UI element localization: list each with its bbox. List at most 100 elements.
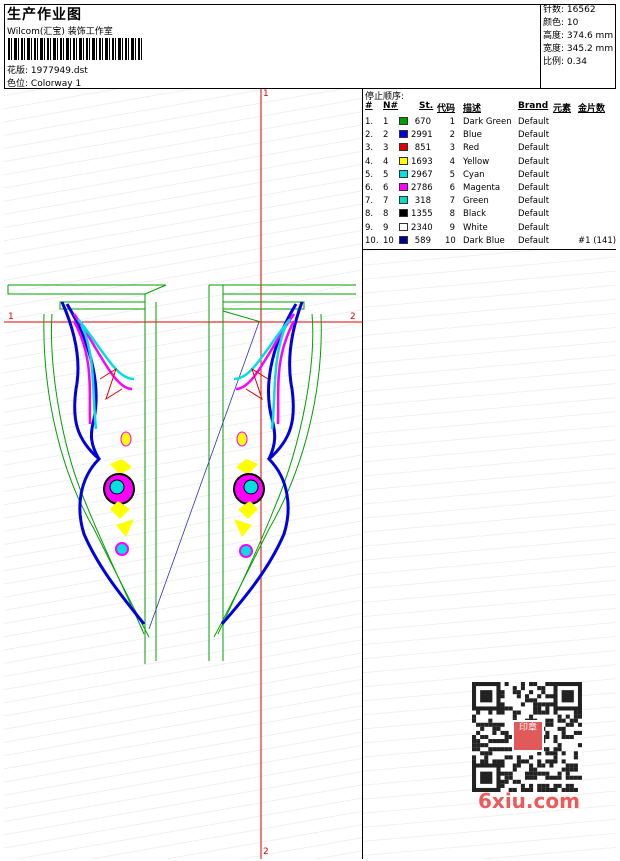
row-stitches: 589	[414, 235, 431, 246]
table-row: 9. 9 2340 9 White Default	[363, 222, 616, 236]
row-desc: Red	[463, 143, 480, 154]
row-n: 6	[383, 183, 389, 193]
stat-width: 宽度: 345.2 mm	[543, 44, 614, 54]
row-stitches: 851	[414, 143, 431, 154]
row-code: 7	[449, 196, 455, 207]
row-num: 8.	[365, 209, 374, 220]
embroidery-design	[4, 89, 363, 859]
design-value: 1977949.dst	[30, 66, 88, 76]
row-brand: Default	[518, 196, 550, 207]
color-swatch	[399, 196, 408, 205]
row-num: 7.	[365, 196, 374, 207]
axis-label-bottom: 2	[263, 847, 269, 857]
row-brand: Default	[518, 209, 550, 220]
design-canvas[interactable]: 1 2 1 2	[4, 89, 363, 859]
color-swatch	[399, 209, 408, 218]
right-fan	[233, 313, 296, 430]
color-swatch	[399, 183, 408, 191]
row-n: 2	[383, 130, 389, 141]
table-row: 8. 8 1355 8 Black Default	[363, 209, 616, 222]
row-n: 7	[383, 196, 389, 207]
barcode	[8, 38, 144, 60]
table-row: 7. 7 318 7 Green Default	[363, 196, 616, 209]
table-row: 10. 10 589 10 Dark Blue Default #1 (141)	[363, 235, 616, 249]
table-row: 5. 5 2967 5 Cyan Default	[363, 169, 616, 183]
design-label: 花版:	[7, 66, 29, 76]
stat-colors: 颜色: 10	[543, 18, 579, 28]
colorway-label: 色位:	[7, 79, 29, 89]
row-code: 5	[449, 169, 455, 180]
table-row: 2. 2 2991 2 Blue Default	[363, 130, 616, 143]
row-brand: Default	[518, 235, 550, 246]
row-n: 1	[383, 117, 389, 127]
table-row: 4. 4 1693 4 Yellow Default	[363, 156, 616, 170]
row-brand: Default	[518, 130, 550, 141]
color-swatch	[399, 222, 408, 231]
row-n: 5	[383, 169, 389, 180]
row-code: 1	[449, 117, 455, 127]
color-swatch	[399, 130, 408, 139]
row-code: 6	[449, 183, 455, 193]
colorway-line: 色位: Colorway 1	[7, 76, 81, 89]
header-info: 生产作业图 Wilcom(汇宝) 装饰工作室 花版: 1977949.dst 色…	[4, 4, 541, 89]
row-num: 10.	[365, 235, 379, 246]
row-code: 3	[449, 143, 455, 154]
right-flower-motif	[233, 431, 265, 558]
axis-label-right: 2	[350, 312, 356, 322]
left-fan	[72, 313, 135, 430]
row-n: 4	[383, 156, 389, 167]
row-stitches: 2340	[411, 222, 433, 233]
company-name: Wilcom(汇宝) 装饰工作室	[7, 27, 113, 37]
row-n: 9	[383, 222, 389, 233]
color-swatch	[399, 156, 408, 165]
row-desc: Yellow	[463, 156, 490, 167]
row-code: 8	[449, 209, 455, 220]
color-swatch	[399, 169, 408, 178]
page-title: 生产作业图	[7, 7, 82, 23]
col-head-num: #	[365, 101, 373, 111]
row-stitches: 318	[414, 196, 431, 207]
table-row: 6. 6 2786 6 Magenta Default	[363, 183, 616, 196]
stat-stitches: 针数: 16562	[543, 5, 596, 15]
row-desc: White	[463, 222, 488, 233]
header: 生产作业图 Wilcom(汇宝) 装饰工作室 花版: 1977949.dst 色…	[4, 4, 616, 89]
row-brand: Default	[518, 117, 550, 127]
row-stitches: 2991	[411, 130, 433, 141]
watermark-text: 6xiu.com	[478, 789, 580, 813]
row-code: 4	[449, 156, 455, 167]
color-swatch	[399, 143, 408, 152]
col-head-n: N#	[383, 101, 399, 111]
col-head-desc: 描述	[463, 104, 482, 114]
row-brand: Default	[518, 156, 550, 167]
row-num: 9.	[365, 222, 374, 233]
left-flower-motif	[103, 431, 135, 556]
row-brand: Default	[518, 143, 550, 154]
row-n: 3	[383, 143, 389, 154]
row-brand: Default	[518, 183, 550, 193]
color-swatch	[399, 117, 408, 125]
row-desc: Black	[463, 209, 486, 220]
axis-label-top: 1	[263, 89, 269, 99]
col-head-sequins: 金片数	[578, 104, 606, 114]
row-desc: Dark Blue	[463, 235, 505, 246]
stat-height: 高度: 374.6 mm	[543, 31, 614, 41]
row-stitches: 2786	[411, 183, 433, 193]
right-blue-border	[220, 301, 304, 625]
row-num: 4.	[365, 156, 374, 167]
left-blue-border	[60, 301, 146, 625]
col-head-code: 代码	[437, 104, 456, 114]
table-row: 1. 1 670 1 Dark Green Default	[363, 117, 616, 130]
row-n: 10	[383, 235, 394, 246]
row-desc: Magenta	[463, 183, 501, 193]
row-stitches: 670	[414, 117, 431, 127]
row-num: 6.	[365, 183, 374, 193]
row-code: 9	[449, 222, 455, 233]
right-piece-outline	[208, 284, 356, 661]
row-num: 5.	[365, 169, 374, 180]
row-n: 8	[383, 209, 389, 220]
col-head-st: St.	[419, 101, 434, 111]
row-num: 3.	[365, 143, 374, 154]
row-num: 1.	[365, 117, 374, 127]
row-stitches: 1355	[411, 209, 433, 220]
qr-stamp-logo: 印章	[512, 720, 544, 752]
